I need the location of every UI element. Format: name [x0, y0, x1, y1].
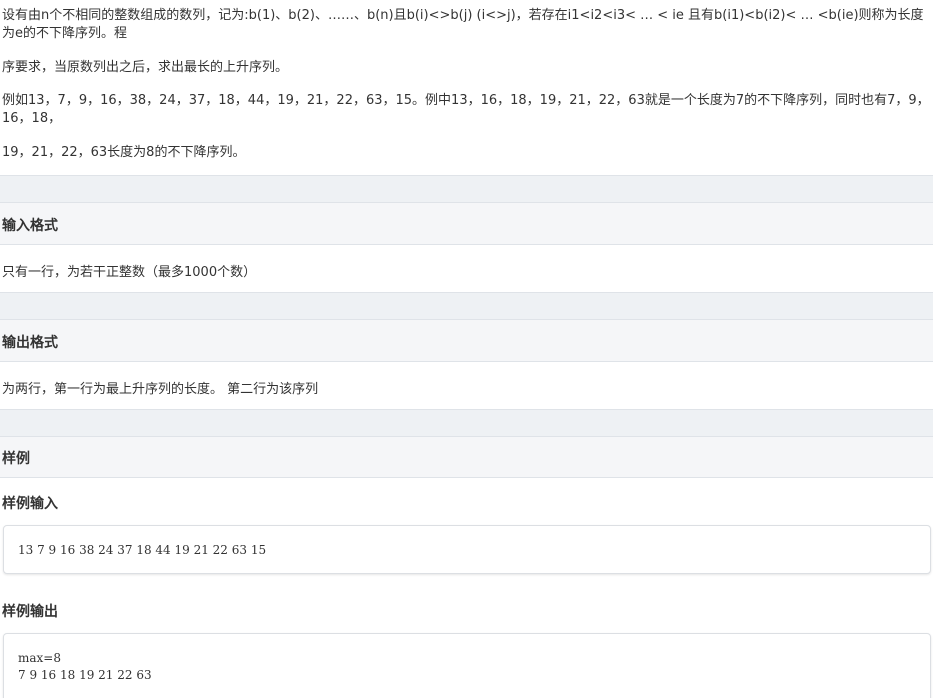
input-format-body: 只有一行，为若干正整数（最多1000个数） [2, 265, 257, 280]
sample-input-code[interactable]: 13 7 9 16 38 24 37 18 44 19 21 22 63 15 [18, 542, 266, 559]
description-paragraph-4: 19，21，22，63长度为8的不下降序列。 [2, 145, 246, 160]
description-paragraph-2: 序要求，当原数列出之后，求出最长的上升序列。 [2, 60, 289, 75]
output-format-title: 输出格式 [2, 335, 58, 351]
output-format-body: 为两行，第一行为最上升序列的长度。 第二行为该序列 [2, 382, 319, 397]
sample-output-label: 样例输出 [2, 604, 58, 620]
sample-title: 样例 [2, 451, 30, 467]
description-paragraph-3: 例如13，7，9，16，38，24，37，18，44，19，21，22，63，1… [2, 93, 930, 126]
sample-output-code-block[interactable]: max=8 7 9 16 18 19 21 22 63 [3, 633, 931, 698]
sample-input-label: 样例输入 [2, 496, 58, 512]
section-divider [0, 292, 933, 320]
input-format-header: 输入格式 [0, 202, 933, 245]
section-divider [0, 175, 933, 203]
problem-page: 设有由n个不相同的整数组成的数列，记为:b(1)、b(2)、……、b(n)且b(… [0, 0, 933, 698]
section-divider [0, 409, 933, 437]
description-paragraph-1: 设有由n个不相同的整数组成的数列，记为:b(1)、b(2)、……、b(n)且b(… [2, 8, 924, 41]
input-format-title: 输入格式 [2, 218, 58, 234]
sample-header: 样例 [0, 436, 933, 478]
output-format-header: 输出格式 [0, 319, 933, 362]
sample-input-code-block[interactable]: 13 7 9 16 38 24 37 18 44 19 21 22 63 15 [3, 525, 931, 574]
sample-output-code[interactable]: max=8 7 9 16 18 19 21 22 63 [18, 650, 152, 684]
